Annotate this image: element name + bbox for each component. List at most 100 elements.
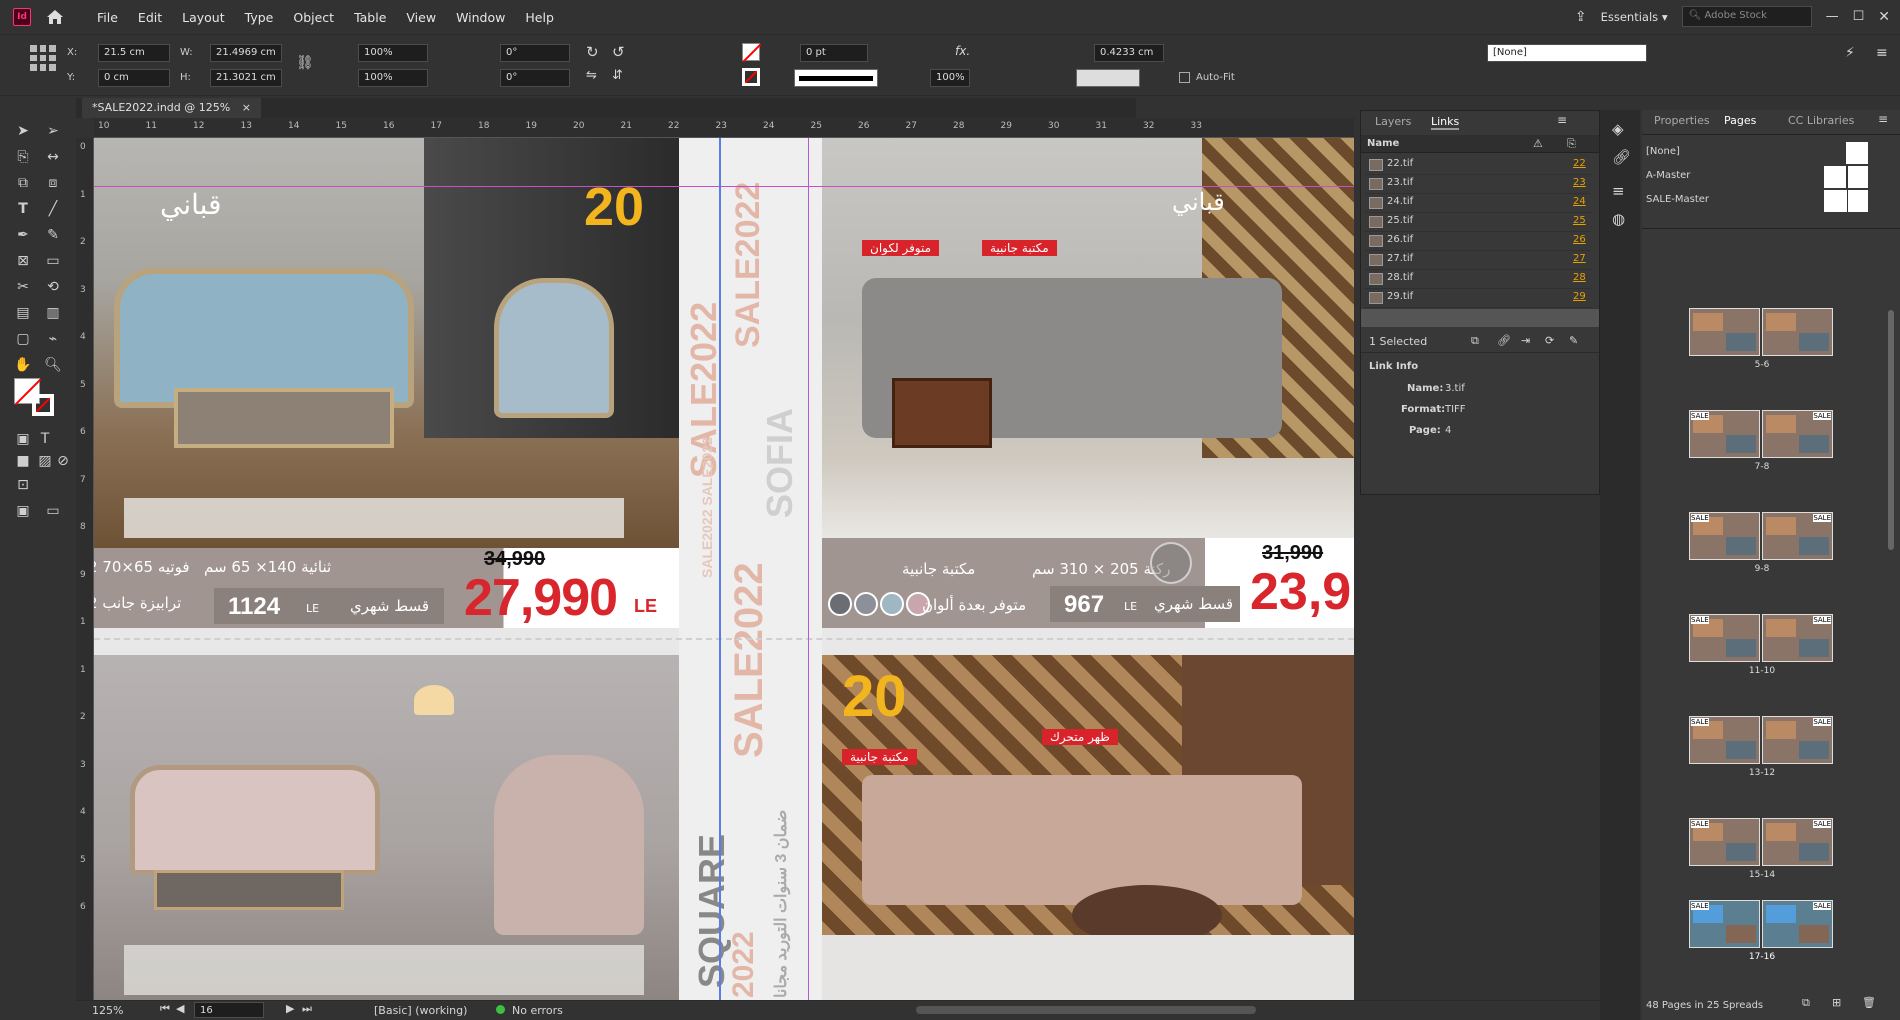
direct-selection-tool-icon[interactable]: ➢ <box>44 122 62 140</box>
minimize-icon[interactable]: — <box>1826 9 1839 24</box>
page-col-icon[interactable]: ⎘ <box>1567 137 1576 151</box>
frame-fitting-box[interactable] <box>1076 69 1140 87</box>
master-a-thumb[interactable] <box>1824 166 1868 188</box>
page-thumb-right[interactable]: SALE <box>1762 818 1833 866</box>
photo-classic-salon[interactable]: قباني 20 <box>94 138 679 548</box>
selection-frame[interactable] <box>719 138 721 1000</box>
page-thumb-left[interactable]: SALE <box>1689 614 1760 662</box>
page-thumb-right[interactable]: SALE <box>1762 512 1833 560</box>
link-page[interactable]: 25 <box>1573 215 1586 226</box>
home-icon[interactable] <box>45 8 65 26</box>
edit-page-size-icon[interactable]: ⧉ <box>1802 996 1810 1010</box>
pen-tool-icon[interactable]: ✒ <box>14 226 32 244</box>
line-tool-icon[interactable]: ╱ <box>44 200 62 218</box>
zoom-level[interactable]: 125% <box>92 1004 123 1017</box>
master-none-thumb[interactable] <box>1846 142 1868 164</box>
apply-none-icon[interactable]: ⊘ <box>54 452 72 470</box>
prev-page-icon[interactable]: ◀ <box>176 1002 184 1015</box>
w-field[interactable]: 21.4969 cm <box>210 44 282 62</box>
menu-edit[interactable]: Edit <box>128 10 172 25</box>
next-page-icon[interactable]: ▶ <box>286 1002 294 1015</box>
link-row[interactable]: 26.tif 26 <box>1365 231 1591 251</box>
link-row[interactable]: 24.tif 24 <box>1365 193 1591 213</box>
autofit-checkbox[interactable] <box>1179 72 1190 83</box>
content-collector-icon[interactable]: ⧉ <box>14 174 32 192</box>
page-thumb-right[interactable]: SALE <box>1762 900 1833 948</box>
content-placer-icon[interactable]: ⧈ <box>44 174 62 192</box>
preflight-profile[interactable]: [Basic] (working) <box>374 1004 467 1017</box>
page-thumb-left[interactable]: SALE <box>1689 900 1760 948</box>
delete-page-icon[interactable]: 🗑︎ <box>1862 996 1876 1009</box>
link-row[interactable]: 28.tif 28 <box>1365 269 1591 289</box>
share-icon[interactable]: ⇪ <box>1575 9 1587 25</box>
y-field[interactable]: 0 cm <box>98 69 170 87</box>
goto-link-icon[interactable]: ⇥ <box>1521 334 1530 347</box>
page-thumb-right[interactable]: SALE <box>1762 410 1833 458</box>
shear-field[interactable]: 0° <box>500 69 570 87</box>
page-thumb-right[interactable]: SALE <box>1762 614 1833 662</box>
document-tab[interactable]: *SALE2022.indd @ 125% × <box>82 98 261 118</box>
reference-point-icon[interactable] <box>30 45 56 71</box>
link-row[interactable]: 25.tif 25 <box>1365 212 1591 232</box>
stroke-type-selector[interactable] <box>794 69 878 87</box>
relink-cc-icon[interactable]: ⧉ <box>1471 334 1479 348</box>
formatting-text-icon[interactable]: T <box>36 430 54 448</box>
col-name[interactable]: Name <box>1367 138 1399 149</box>
page-thumb-left[interactable] <box>1689 308 1760 356</box>
page-thumb-left[interactable]: SALE <box>1689 512 1760 560</box>
spread-thumbnail[interactable]: SALE SALE <box>1689 818 1833 866</box>
eyedropper-tool-icon[interactable]: ⌁ <box>44 330 62 348</box>
vertical-ruler[interactable]: 0 1 2 3 4 5 6 7 8 9 1 1 2 3 4 5 6 <box>76 138 94 1000</box>
panel-menu-icon[interactable]: ≡ <box>1876 45 1888 61</box>
tab-links[interactable]: Links <box>1431 115 1460 130</box>
reference-value-field[interactable]: 0.4233 cm <box>1094 44 1164 62</box>
link-info-heading[interactable]: Link Info <box>1369 361 1418 372</box>
menu-help[interactable]: Help <box>515 10 564 25</box>
menu-object[interactable]: Object <box>283 10 344 25</box>
page-tool-icon[interactable]: ⎘ <box>14 148 32 166</box>
panel-menu-icon[interactable]: ≡ <box>1557 113 1567 127</box>
horizontal-scrollbar[interactable] <box>916 1006 1256 1014</box>
object-style-select[interactable]: [None] <box>1487 44 1647 62</box>
update-link-icon[interactable]: ⟳ <box>1545 334 1554 347</box>
page-thumb-right[interactable]: SALE <box>1762 716 1833 764</box>
link-page[interactable]: 27 <box>1573 253 1586 264</box>
horizontal-ruler[interactable]: 10 11 12 13 14 15 16 17 18 19 20 21 22 23 24 25 26 27 28 29… <box>94 118 1354 138</box>
apply-gradient-icon[interactable]: ▨ <box>36 452 54 470</box>
menu-layout[interactable]: Layout <box>172 10 235 25</box>
page-thumb-left[interactable]: SALE <box>1689 716 1760 764</box>
link-page[interactable]: 26 <box>1573 234 1586 245</box>
gap-tool-icon[interactable]: ↔ <box>44 148 62 166</box>
free-transform-tool-icon[interactable]: ⟲ <box>44 278 62 296</box>
rotate-cw-icon[interactable]: ↻ <box>586 43 599 61</box>
photo-corner-sofa[interactable]: قباني مكتبة جانبية متوفر لكوان <box>822 138 1354 538</box>
tab-cc-libraries[interactable]: CC Libraries <box>1788 114 1854 127</box>
constrain-proportions-icon[interactable]: ⛓ <box>296 55 314 71</box>
photo-pink-salon[interactable] <box>94 655 679 1000</box>
formatting-container-icon[interactable]: ▣ <box>14 430 32 448</box>
flip-vertical-icon[interactable]: ⇵ <box>612 68 623 83</box>
master-sale-thumb[interactable] <box>1824 190 1868 212</box>
master-a[interactable]: A-Master <box>1646 170 1690 181</box>
page-thumb-left[interactable]: SALE <box>1689 818 1760 866</box>
fill-stroke-swatches[interactable] <box>14 378 60 418</box>
spread-thumbnail[interactable]: SALE SALE <box>1689 614 1833 662</box>
links-icon[interactable]: 🔗︎ <box>1612 148 1631 166</box>
first-page-icon[interactable]: ⏮ <box>160 1002 170 1016</box>
maximize-icon[interactable]: ☐ <box>1853 9 1865 24</box>
link-row[interactable]: 22.tif 22 <box>1365 155 1591 175</box>
tab-layers[interactable]: Layers <box>1375 115 1411 128</box>
gradient-swatch-tool-icon[interactable]: ▤ <box>14 304 32 322</box>
link-page[interactable]: 29 <box>1573 291 1586 302</box>
zoom-tool-icon[interactable]: 🔍︎ <box>44 356 62 374</box>
selection-tool-icon[interactable]: ➤ <box>14 122 32 140</box>
pages-scrollbar[interactable] <box>1888 310 1894 550</box>
layers-icon[interactable]: ◈ <box>1612 120 1624 138</box>
link-page[interactable]: 24 <box>1573 196 1586 207</box>
apply-color-icon[interactable]: ■ <box>14 452 32 470</box>
master-none[interactable]: [None] <box>1646 146 1680 157</box>
edit-original-icon[interactable]: ✎ <box>1569 334 1578 347</box>
type-tool-icon[interactable]: T <box>14 200 32 218</box>
hand-tool-icon[interactable]: ✋ <box>14 356 32 374</box>
link-page[interactable]: 28 <box>1573 272 1586 283</box>
